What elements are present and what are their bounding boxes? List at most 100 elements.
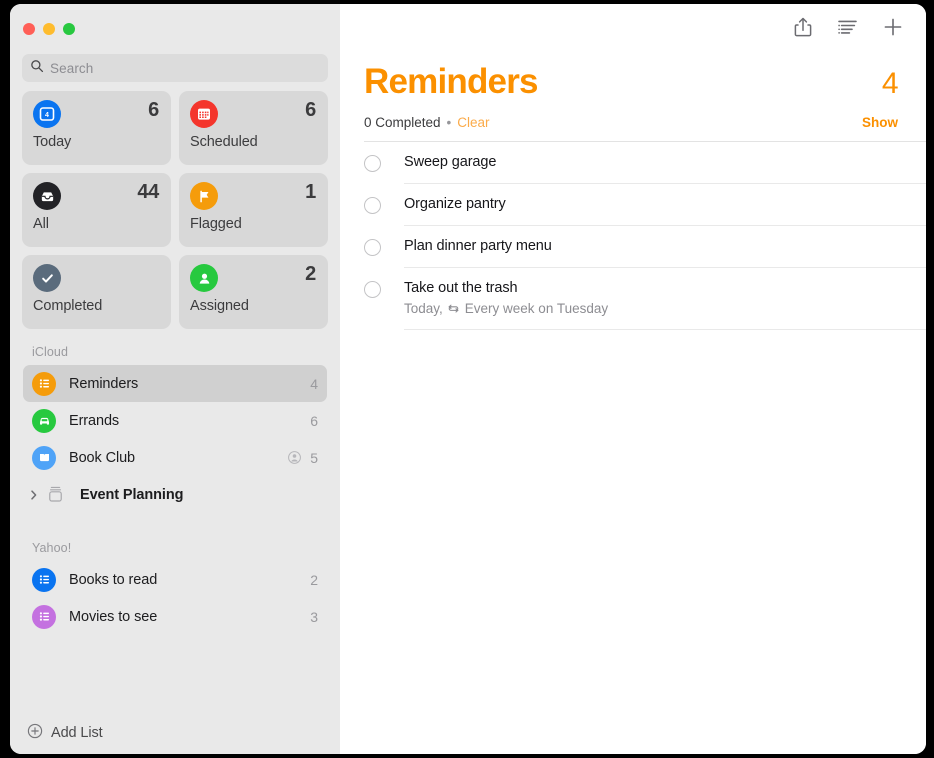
checkmark-icon — [33, 264, 61, 292]
list-sort-icon[interactable] — [837, 18, 858, 36]
reminder-due-date: Today, — [404, 299, 443, 318]
minimize-button[interactable] — [43, 23, 55, 35]
flag-icon — [190, 182, 218, 210]
reminder-title: Sweep garage — [404, 153, 926, 172]
person-icon — [190, 264, 218, 292]
window-controls — [10, 4, 340, 54]
smart-list-count: 2 — [305, 263, 316, 286]
search-container: Search — [10, 54, 340, 91]
sidebar-group-event-planning[interactable]: Event Planning — [23, 476, 327, 513]
sidebar-item-label: Errands — [69, 413, 302, 429]
group-header-icloud: iCloud — [10, 345, 340, 365]
reminder-row[interactable]: Plan dinner party menu — [340, 226, 926, 268]
reminder-row[interactable]: Take out the trash Today, Every week on … — [340, 268, 926, 330]
smart-list-assigned[interactable]: 2 Assigned — [179, 255, 328, 329]
smart-list-label: Completed — [33, 298, 160, 314]
zoom-button[interactable] — [63, 23, 75, 35]
sidebar-group-label: Event Planning — [80, 487, 310, 503]
sidebar-item-count: 2 — [310, 572, 318, 588]
smart-list-label: Scheduled — [190, 134, 317, 150]
add-list-label: Add List — [51, 725, 103, 741]
status-separator: • — [447, 115, 452, 130]
list-bullet-icon — [32, 568, 56, 592]
smart-list-label: Assigned — [190, 298, 317, 314]
repeat-icon — [447, 302, 460, 315]
svg-text:4: 4 — [45, 112, 49, 119]
reminder-content: Take out the trash Today, Every week on … — [404, 268, 926, 330]
reminder-row[interactable]: Sweep garage — [340, 142, 926, 184]
reminder-content: Plan dinner party menu — [404, 226, 926, 268]
chevron-right-icon[interactable] — [29, 489, 41, 501]
reminder-row[interactable]: Organize pantry — [340, 184, 926, 226]
close-button[interactable] — [23, 23, 35, 35]
calendar-icon — [190, 100, 218, 128]
smart-list-count: 6 — [148, 99, 159, 122]
calendar-today-icon: 4 — [33, 100, 61, 128]
reminder-title: Take out the trash — [404, 279, 926, 298]
plus-circle-icon — [27, 723, 43, 744]
status-row: 0 Completed • Clear Show — [340, 102, 926, 130]
smart-list-scheduled[interactable]: 6 Scheduled — [179, 91, 328, 165]
page-title-count: 4 — [882, 67, 898, 101]
smart-list-label: Today — [33, 134, 160, 150]
smart-list-count: 6 — [305, 99, 316, 122]
reminder-content: Sweep garage — [404, 142, 926, 184]
reminder-content: Organize pantry — [404, 184, 926, 226]
inbox-tray-icon — [33, 182, 61, 210]
shared-list-icon — [287, 450, 302, 465]
reminder-title: Plan dinner party menu — [404, 237, 926, 256]
sidebar-item-books-to-read[interactable]: Books to read 2 — [23, 561, 327, 598]
main-content: Reminders 4 0 Completed • Clear Show Swe… — [340, 4, 926, 754]
reminder-list: Sweep garage Organize pantry Plan dinner… — [340, 142, 926, 330]
sidebar-item-label: Movies to see — [69, 609, 302, 625]
sidebar-item-errands[interactable]: Errands 6 — [23, 402, 327, 439]
search-icon — [30, 59, 44, 78]
clear-button[interactable]: Clear — [457, 115, 489, 130]
reminder-title: Organize pantry — [404, 195, 926, 214]
reminders-window: Search 4 6 Today — [10, 4, 926, 754]
user-lists: iCloud Reminders 4 — [10, 345, 340, 712]
toolbar — [340, 4, 926, 50]
reminder-checkbox[interactable] — [364, 197, 381, 214]
list-bullet-icon — [32, 372, 56, 396]
reminder-subtitle: Today, Every week on Tuesday — [404, 299, 926, 318]
reminder-repeat-text: Every week on Tuesday — [465, 299, 608, 318]
sidebar-item-label: Reminders — [69, 376, 302, 392]
plus-icon[interactable] — [882, 16, 904, 38]
sidebar-item-count: 5 — [310, 450, 318, 466]
list-title-row: Reminders 4 — [340, 50, 926, 102]
sidebar-item-label: Books to read — [69, 572, 302, 588]
smart-list-today[interactable]: 4 6 Today — [22, 91, 171, 165]
group-folder-icon — [43, 483, 67, 507]
smart-list-label: All — [33, 216, 160, 232]
search-field[interactable]: Search — [22, 54, 328, 82]
search-placeholder: Search — [50, 61, 93, 76]
sidebar-item-count: 6 — [310, 413, 318, 429]
sidebar-item-book-club[interactable]: Book Club 5 — [23, 439, 327, 476]
sidebar-item-count: 4 — [310, 376, 318, 392]
show-button[interactable]: Show — [862, 115, 898, 130]
smart-list-label: Flagged — [190, 216, 317, 232]
smart-list-completed[interactable]: Completed — [22, 255, 171, 329]
reminder-checkbox[interactable] — [364, 155, 381, 172]
group-header-yahoo: Yahoo! — [10, 541, 340, 561]
list-bullet-icon — [32, 605, 56, 629]
completed-count: 0 Completed — [364, 115, 441, 130]
smart-lists-grid: 4 6 Today — [10, 91, 340, 329]
share-icon[interactable] — [793, 16, 813, 38]
sidebar-item-label: Book Club — [69, 450, 283, 466]
page-title: Reminders — [364, 62, 882, 102]
sidebar: Search 4 6 Today — [10, 4, 340, 754]
reminder-checkbox[interactable] — [364, 239, 381, 256]
smart-list-count: 44 — [137, 181, 159, 204]
book-icon — [32, 446, 56, 470]
car-icon — [32, 409, 56, 433]
sidebar-item-movies-to-see[interactable]: Movies to see 3 — [23, 598, 327, 635]
sidebar-item-count: 3 — [310, 609, 318, 625]
reminder-checkbox[interactable] — [364, 281, 381, 298]
smart-list-all[interactable]: 44 All — [22, 173, 171, 247]
smart-list-flagged[interactable]: 1 Flagged — [179, 173, 328, 247]
sidebar-item-reminders[interactable]: Reminders 4 — [23, 365, 327, 402]
add-list-button[interactable]: Add List — [10, 712, 340, 754]
smart-list-count: 1 — [305, 181, 316, 204]
